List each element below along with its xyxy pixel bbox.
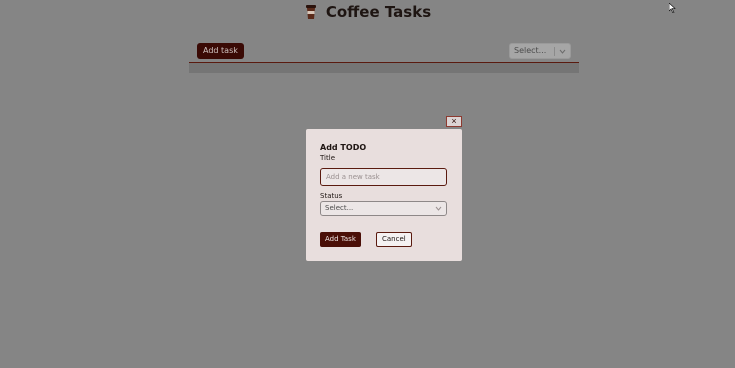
add-task-submit-button[interactable]: Add Task [320, 232, 361, 247]
chevron-down-icon [435, 206, 442, 211]
chevron-down-icon [559, 49, 566, 54]
coffee-cup-icon [304, 4, 318, 20]
status-filter-placeholder: Select... [514, 46, 547, 55]
status-select[interactable]: Select... [320, 201, 447, 216]
title-input[interactable] [320, 168, 447, 186]
status-select-placeholder: Select... [325, 204, 354, 212]
mouse-cursor-icon [669, 3, 676, 13]
task-table-header [189, 62, 579, 73]
cancel-button[interactable]: Cancel [376, 232, 412, 247]
app-title-wrap: Coffee Tasks [304, 3, 431, 21]
modal-title: Add TODO [320, 143, 367, 152]
select-separator [554, 47, 555, 56]
add-todo-modal: Add TODO Title Status Select... Add Task… [306, 129, 462, 261]
app-header: Coffee Tasks [0, 3, 735, 24]
app-title: Coffee Tasks [325, 3, 432, 21]
toolbar: Add task Select... [189, 43, 579, 60]
title-label: Title [320, 154, 336, 162]
status-label: Status [320, 192, 343, 200]
close-modal-button[interactable]: × [446, 116, 462, 127]
add-task-button[interactable]: Add task [197, 43, 244, 59]
status-filter-select[interactable]: Select... [509, 43, 571, 59]
